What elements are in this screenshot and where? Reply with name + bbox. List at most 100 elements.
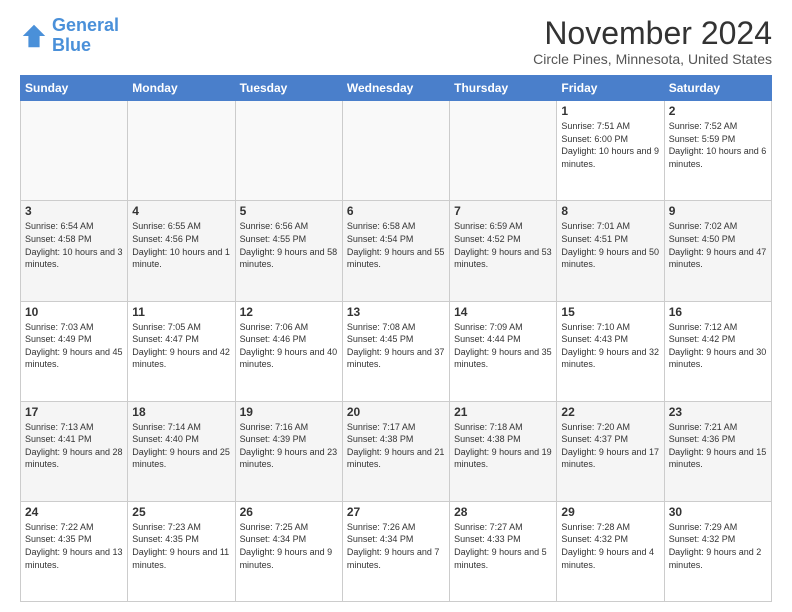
title-block: November 2024 Circle Pines, Minnesota, U… (533, 16, 772, 67)
logo-line2: Blue (52, 35, 91, 55)
calendar-cell: 11Sunrise: 7:05 AM Sunset: 4:47 PM Dayli… (128, 301, 235, 401)
logo: General Blue (20, 16, 119, 56)
calendar-cell: 21Sunrise: 7:18 AM Sunset: 4:38 PM Dayli… (450, 401, 557, 501)
day-number: 21 (454, 405, 552, 419)
day-info: Sunrise: 7:22 AM Sunset: 4:35 PM Dayligh… (25, 521, 123, 571)
day-info: Sunrise: 7:20 AM Sunset: 4:37 PM Dayligh… (561, 421, 659, 471)
calendar-cell: 4Sunrise: 6:55 AM Sunset: 4:56 PM Daylig… (128, 201, 235, 301)
day-number: 14 (454, 305, 552, 319)
day-info: Sunrise: 7:09 AM Sunset: 4:44 PM Dayligh… (454, 321, 552, 371)
calendar-week-1: 3 Sunrise: 6:54 AM Sunset: 4:58 PM Daylig… (21, 201, 772, 301)
calendar-cell: 26 Sunrise: 7:25 AM Sunset: 4:34 PM Dayli… (235, 501, 342, 601)
day-info: Sunrise: 7:23 AM Sunset: 4:35 PM Dayligh… (132, 521, 230, 571)
calendar-cell: 2 Sunrise: 7:52 AM Sunset: 5:59 PM Daylig… (664, 101, 771, 201)
calendar-cell: 15 Sunrise: 7:10 AM Sunset: 4:43 PM Dayli… (557, 301, 664, 401)
calendar-cell: 16Sunrise: 7:12 AM Sunset: 4:42 PM Dayli… (664, 301, 771, 401)
day-info: Sunrise: 7:02 AM Sunset: 4:50 PM Dayligh… (669, 220, 767, 270)
calendar-cell: 20Sunrise: 7:17 AM Sunset: 4:38 PM Dayli… (342, 401, 449, 501)
calendar-cell: 19 Sunrise: 7:16 AM Sunset: 4:39 PM Dayli… (235, 401, 342, 501)
day-info: Sunrise: 7:26 AM Sunset: 4:34 PM Dayligh… (347, 521, 445, 571)
day-info: Sunrise: 7:16 AM Sunset: 4:39 PM Dayligh… (240, 421, 338, 471)
day-info: Sunrise: 7:14 AM Sunset: 4:40 PM Dayligh… (132, 421, 230, 471)
calendar-header-friday: Friday (557, 76, 664, 101)
day-number: 10 (25, 305, 123, 319)
day-info: Sunrise: 6:58 AM Sunset: 4:54 PM Dayligh… (347, 220, 445, 270)
day-info: Sunrise: 7:29 AM Sunset: 4:32 PM Dayligh… (669, 521, 767, 571)
calendar-header-wednesday: Wednesday (342, 76, 449, 101)
day-number: 7 (454, 204, 552, 218)
day-info: Sunrise: 6:54 AM Sunset: 4:58 PM Dayligh… (25, 220, 123, 270)
day-number: 29 (561, 505, 659, 519)
day-number: 6 (347, 204, 445, 218)
calendar-cell: 30 Sunrise: 7:29 AM Sunset: 4:32 PM Dayli… (664, 501, 771, 601)
day-number: 24 (25, 505, 123, 519)
calendar-header-monday: Monday (128, 76, 235, 101)
calendar-cell: 28 Sunrise: 7:27 AM Sunset: 4:33 PM Dayli… (450, 501, 557, 601)
calendar-cell: 1 Sunrise: 7:51 AM Sunset: 6:00 PM Daylig… (557, 101, 664, 201)
calendar-cell: 24 Sunrise: 7:22 AM Sunset: 4:35 PM Dayli… (21, 501, 128, 601)
day-number: 3 (25, 204, 123, 218)
logo-icon (20, 22, 48, 50)
day-number: 20 (347, 405, 445, 419)
day-number: 30 (669, 505, 767, 519)
day-number: 12 (240, 305, 338, 319)
calendar-cell: 12 Sunrise: 7:06 AM Sunset: 4:46 PM Dayli… (235, 301, 342, 401)
day-number: 26 (240, 505, 338, 519)
day-info: Sunrise: 6:55 AM Sunset: 4:56 PM Dayligh… (132, 220, 230, 270)
month-title: November 2024 (533, 16, 772, 51)
day-info: Sunrise: 7:13 AM Sunset: 4:41 PM Dayligh… (25, 421, 123, 471)
calendar-header-tuesday: Tuesday (235, 76, 342, 101)
calendar: SundayMondayTuesdayWednesdayThursdayFrid… (20, 75, 772, 602)
day-number: 9 (669, 204, 767, 218)
day-number: 23 (669, 405, 767, 419)
day-info: Sunrise: 7:10 AM Sunset: 4:43 PM Dayligh… (561, 321, 659, 371)
calendar-header-sunday: Sunday (21, 76, 128, 101)
day-number: 19 (240, 405, 338, 419)
day-number: 17 (25, 405, 123, 419)
calendar-cell (342, 101, 449, 201)
day-number: 1 (561, 104, 659, 118)
day-info: Sunrise: 7:28 AM Sunset: 4:32 PM Dayligh… (561, 521, 659, 571)
calendar-cell: 22 Sunrise: 7:20 AM Sunset: 4:37 PM Dayli… (557, 401, 664, 501)
day-number: 22 (561, 405, 659, 419)
day-number: 18 (132, 405, 230, 419)
location: Circle Pines, Minnesota, United States (533, 51, 772, 67)
calendar-cell: 25 Sunrise: 7:23 AM Sunset: 4:35 PM Dayli… (128, 501, 235, 601)
day-info: Sunrise: 7:27 AM Sunset: 4:33 PM Dayligh… (454, 521, 552, 571)
calendar-cell: 23 Sunrise: 7:21 AM Sunset: 4:36 PM Dayli… (664, 401, 771, 501)
calendar-week-4: 24 Sunrise: 7:22 AM Sunset: 4:35 PM Dayli… (21, 501, 772, 601)
calendar-header-thursday: Thursday (450, 76, 557, 101)
day-number: 28 (454, 505, 552, 519)
calendar-cell: 14 Sunrise: 7:09 AM Sunset: 4:44 PM Dayli… (450, 301, 557, 401)
day-number: 13 (347, 305, 445, 319)
day-info: Sunrise: 7:52 AM Sunset: 5:59 PM Dayligh… (669, 120, 767, 170)
calendar-cell: 6 Sunrise: 6:58 AM Sunset: 4:54 PM Daylig… (342, 201, 449, 301)
calendar-cell: 5 Sunrise: 6:56 AM Sunset: 4:55 PM Daylig… (235, 201, 342, 301)
calendar-header-row: SundayMondayTuesdayWednesdayThursdayFrid… (21, 76, 772, 101)
day-info: Sunrise: 6:56 AM Sunset: 4:55 PM Dayligh… (240, 220, 338, 270)
day-info: Sunrise: 7:08 AM Sunset: 4:45 PM Dayligh… (347, 321, 445, 371)
day-info: Sunrise: 7:01 AM Sunset: 4:51 PM Dayligh… (561, 220, 659, 270)
day-number: 2 (669, 104, 767, 118)
calendar-cell: 8 Sunrise: 7:01 AM Sunset: 4:51 PM Daylig… (557, 201, 664, 301)
day-info: Sunrise: 7:25 AM Sunset: 4:34 PM Dayligh… (240, 521, 338, 571)
day-number: 15 (561, 305, 659, 319)
calendar-cell (450, 101, 557, 201)
calendar-week-2: 10Sunrise: 7:03 AM Sunset: 4:49 PM Dayli… (21, 301, 772, 401)
page: General Blue November 2024 Circle Pines,… (0, 0, 792, 612)
calendar-cell: 9 Sunrise: 7:02 AM Sunset: 4:50 PM Daylig… (664, 201, 771, 301)
calendar-header-saturday: Saturday (664, 76, 771, 101)
day-info: Sunrise: 6:59 AM Sunset: 4:52 PM Dayligh… (454, 220, 552, 270)
calendar-cell (235, 101, 342, 201)
calendar-cell (128, 101, 235, 201)
calendar-cell: 18 Sunrise: 7:14 AM Sunset: 4:40 PM Dayli… (128, 401, 235, 501)
day-number: 5 (240, 204, 338, 218)
calendar-cell: 7 Sunrise: 6:59 AM Sunset: 4:52 PM Daylig… (450, 201, 557, 301)
day-info: Sunrise: 7:51 AM Sunset: 6:00 PM Dayligh… (561, 120, 659, 170)
day-info: Sunrise: 7:06 AM Sunset: 4:46 PM Dayligh… (240, 321, 338, 371)
header: General Blue November 2024 Circle Pines,… (20, 16, 772, 67)
calendar-cell: 13 Sunrise: 7:08 AM Sunset: 4:45 PM Dayli… (342, 301, 449, 401)
day-number: 25 (132, 505, 230, 519)
day-info: Sunrise: 7:21 AM Sunset: 4:36 PM Dayligh… (669, 421, 767, 471)
day-number: 8 (561, 204, 659, 218)
